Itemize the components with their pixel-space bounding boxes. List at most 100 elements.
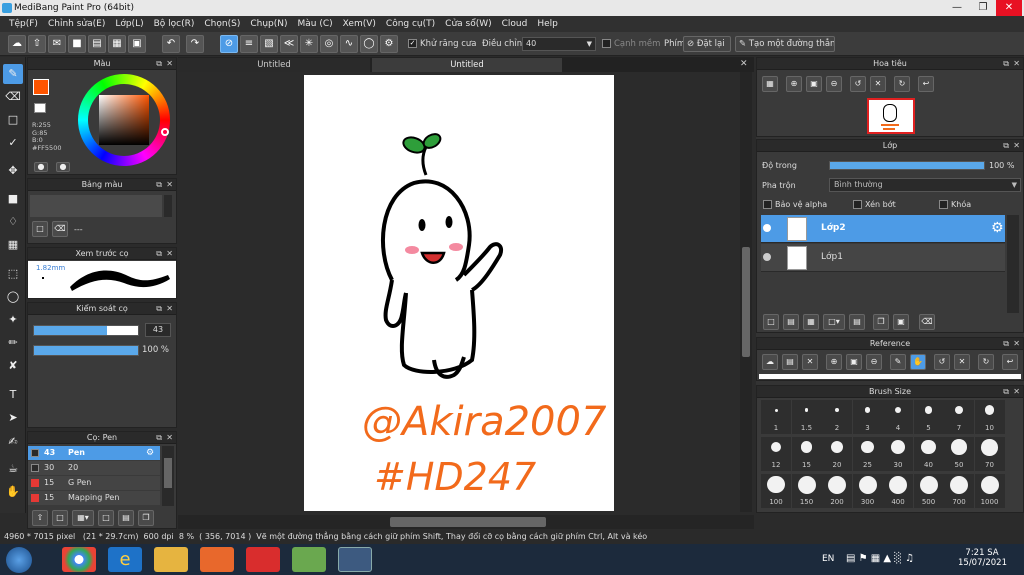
color-swap-button[interactable]: ● — [56, 162, 70, 172]
add-layer-menu-icon[interactable]: □▾ — [823, 314, 845, 330]
cloud-download-icon[interactable]: ☁ — [762, 354, 778, 370]
gradient-tool-icon[interactable]: ▦ — [3, 235, 23, 255]
medibang-icon[interactable] — [292, 547, 326, 572]
gear-icon[interactable]: ⚙ — [146, 446, 154, 460]
copy-brush-icon[interactable]: □ — [98, 510, 114, 526]
eye-icon[interactable] — [763, 253, 771, 261]
folder-icon[interactable]: ▤ — [118, 510, 134, 526]
panel-close-icon[interactable]: ✕ — [166, 432, 173, 444]
maximize-button[interactable]: ❐ — [970, 0, 996, 16]
undock-icon[interactable]: ⧉ — [156, 303, 162, 315]
transparent-color-swatch[interactable] — [34, 103, 46, 113]
undock-icon[interactable]: ⧉ — [156, 248, 162, 260]
protect-alpha-checkbox[interactable] — [763, 200, 772, 209]
reset-button[interactable]: ⊘ Đặt lại — [683, 36, 731, 52]
new-8bit-layer-icon[interactable]: ▦ — [803, 314, 819, 330]
hue-ring[interactable] — [78, 74, 170, 166]
brush-size-cell[interactable]: 300 — [852, 474, 883, 508]
edge-option[interactable]: Cạnh mềm — [602, 36, 660, 52]
hand-icon[interactable]: ✋ — [910, 354, 926, 370]
brush-size-cell[interactable]: 700 — [944, 474, 974, 508]
primary-color-swatch[interactable] — [33, 79, 49, 95]
hand-tool-icon[interactable]: ✋ — [3, 482, 23, 502]
minimize-button[interactable]: — — [944, 0, 970, 16]
brush-menu-icon[interactable]: ▦▾ — [72, 510, 94, 526]
brush-size-cell[interactable]: 30 — [883, 437, 913, 471]
lock-checkbox[interactable] — [939, 200, 948, 209]
brush-size-cell[interactable]: 40 — [913, 437, 944, 471]
new-swatch-icon[interactable]: □ — [32, 221, 48, 237]
brush-list-scrollbar[interactable] — [162, 446, 174, 506]
horizontal-scrollbar[interactable] — [178, 515, 754, 529]
panel-icon[interactable]: ▤ — [88, 35, 106, 53]
frame-icon[interactable]: ▣ — [128, 35, 146, 53]
brush-size-slider[interactable] — [33, 325, 139, 336]
menu-file[interactable]: Tệp(F) — [4, 16, 43, 32]
antialias-option[interactable]: ✓ Khử răng cưa — [408, 36, 477, 52]
file-explorer-icon[interactable] — [154, 547, 188, 572]
merge-layer-icon[interactable]: ▣ — [893, 314, 909, 330]
media-player-icon[interactable] — [200, 547, 234, 572]
brush-size-cell[interactable]: 4 — [883, 400, 913, 434]
new-brush-icon[interactable]: □ — [52, 510, 68, 526]
move-tool-icon[interactable]: ✥ — [3, 161, 23, 181]
undock-icon[interactable]: ⧉ — [1003, 338, 1009, 350]
layer-row-layer1[interactable]: Lớp1 — [761, 244, 1005, 272]
menu-view[interactable]: Xem(V) — [338, 16, 381, 32]
menu-cloud[interactable]: Cloud — [497, 16, 533, 32]
snap-off-icon[interactable]: ⊘ — [220, 35, 238, 53]
clock[interactable]: 7:21 SA 15/07/2021 — [958, 548, 1007, 568]
folder-icon[interactable]: ▤ — [849, 314, 865, 330]
fit-screen-icon[interactable]: ▣ — [846, 354, 862, 370]
brush-size-cell[interactable]: 1 — [761, 400, 791, 434]
undock-icon[interactable]: ⧉ — [156, 58, 162, 70]
shape-tool-icon[interactable]: ■ — [3, 189, 23, 209]
swatch-scrollbar[interactable] — [164, 195, 172, 217]
flip-icon[interactable]: ✕ — [954, 354, 970, 370]
brush-item-mapping-pen[interactable]: 15 Mapping Pen — [28, 491, 160, 505]
blur-tool-icon[interactable]: ✓ — [3, 133, 23, 153]
duplicate-icon[interactable]: ❐ — [138, 510, 154, 526]
select-pen-tool-icon[interactable]: ✏ — [3, 333, 23, 353]
blend-mode-select[interactable]: Bình thường ▼ — [829, 178, 1021, 192]
brush-size-cell[interactable]: 7 — [944, 400, 974, 434]
panel-close-icon[interactable]: ✕ — [1013, 58, 1020, 70]
panel-close-icon[interactable]: ✕ — [1013, 338, 1020, 350]
color-mode-button[interactable]: ● — [34, 162, 48, 172]
text-tool-icon[interactable]: T — [3, 385, 23, 405]
menu-color[interactable]: Màu (C) — [293, 16, 338, 32]
new-layer-icon[interactable]: □ — [763, 314, 779, 330]
swatch-grid[interactable] — [30, 195, 162, 217]
snap-grid-icon[interactable]: ▧ — [260, 35, 278, 53]
edge-checkbox[interactable] — [602, 39, 611, 48]
add-brush-icon[interactable]: ⇧ — [32, 510, 48, 526]
lock-option[interactable]: Khóa — [939, 200, 971, 209]
menu-edit[interactable]: Chỉnh sửa(E) — [43, 16, 110, 32]
menu-help[interactable]: Help — [532, 16, 563, 32]
undock-icon[interactable]: ⧉ — [1003, 58, 1009, 70]
gear-icon[interactable]: ⚙ — [991, 220, 1004, 236]
select-eraser-tool-icon[interactable]: ✘ — [3, 356, 23, 376]
brush-size-field[interactable]: 43 — [145, 323, 171, 337]
brush-item-pen[interactable]: 43 Pen ⚙ — [28, 446, 160, 460]
snap-circle-icon[interactable]: ◎ — [320, 35, 338, 53]
brush-size-cell[interactable]: 2 — [822, 400, 852, 434]
snap-ellipse-icon[interactable]: ◯ — [360, 35, 378, 53]
rotate-right-icon[interactable]: ↻ — [978, 354, 994, 370]
magic-wand-tool-icon[interactable]: ✦ — [3, 310, 23, 330]
menu-capture[interactable]: Chụp(N) — [245, 16, 292, 32]
drawing-canvas[interactable]: @Akira2007 #HD247 — [304, 75, 614, 511]
protect-alpha-option[interactable]: Bảo vệ alpha — [763, 200, 827, 209]
reset-view-icon[interactable]: ↩ — [1002, 354, 1018, 370]
panel-close-icon[interactable]: ✕ — [166, 303, 173, 315]
divide-tool-icon[interactable]: ✍ — [3, 432, 23, 452]
snap-curve-icon[interactable]: ∿ — [340, 35, 358, 53]
internet-explorer-icon[interactable]: e — [108, 547, 142, 572]
start-button[interactable] — [6, 547, 32, 573]
straight-line-button[interactable]: ✎ Tạo một đường thẳng — [735, 36, 835, 52]
open-folder-icon[interactable]: ▤ — [782, 354, 798, 370]
menu-tools[interactable]: Công cụ(T) — [381, 16, 440, 32]
brush-size-cell[interactable]: 100 — [761, 474, 791, 508]
fill-tool-icon[interactable]: ♢ — [3, 212, 23, 232]
tab-close-icon[interactable]: ✕ — [740, 59, 748, 69]
